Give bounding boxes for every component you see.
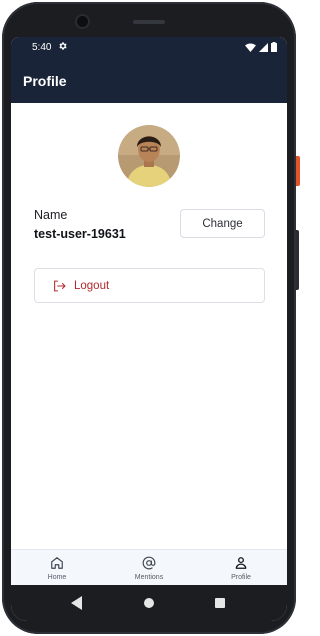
- person-icon: [235, 557, 247, 569]
- signal-icon: [259, 42, 268, 52]
- status-bar: 5:40: [11, 37, 287, 59]
- earpiece-speaker: [133, 20, 165, 24]
- at-sign-icon: [142, 556, 156, 570]
- status-icons: [245, 42, 277, 52]
- nav-label-mentions: Mentions: [134, 574, 164, 581]
- back-icon[interactable]: [71, 596, 83, 610]
- nav-item-profile[interactable]: Profile: [195, 550, 287, 585]
- nav-label-home: Home: [47, 574, 67, 581]
- front-camera: [77, 16, 88, 27]
- username-value: test-user-19631: [34, 227, 126, 241]
- status-time: 5:40: [32, 42, 52, 53]
- device-screen: 5:40 Profile Name test-user-19631 Change…: [11, 37, 287, 621]
- bottom-navigation: Home Mentions Profile: [11, 549, 287, 585]
- change-name-button[interactable]: Change: [180, 209, 265, 238]
- power-button: [296, 156, 300, 186]
- logout-label: Logout: [74, 279, 110, 292]
- logout-icon: [54, 280, 66, 291]
- nav-item-home[interactable]: Home: [11, 550, 103, 585]
- wifi-icon: [245, 42, 256, 52]
- system-navigation-bar: [11, 585, 287, 621]
- logout-button[interactable]: Logout: [34, 268, 265, 303]
- name-label: Name: [34, 208, 68, 222]
- gear-icon: [59, 42, 67, 50]
- nav-item-mentions[interactable]: Mentions: [103, 550, 195, 585]
- battery-icon: [271, 42, 277, 52]
- home-button-icon[interactable]: [144, 598, 154, 608]
- page-title: Profile: [23, 73, 67, 89]
- avatar[interactable]: [118, 125, 180, 187]
- volume-button: [296, 230, 299, 290]
- recents-icon[interactable]: [215, 598, 225, 608]
- profile-content: Name test-user-19631 Change Logout: [11, 103, 287, 549]
- nav-label-profile: Profile: [231, 574, 251, 581]
- home-icon: [51, 557, 63, 569]
- app-bar: Profile: [11, 59, 287, 103]
